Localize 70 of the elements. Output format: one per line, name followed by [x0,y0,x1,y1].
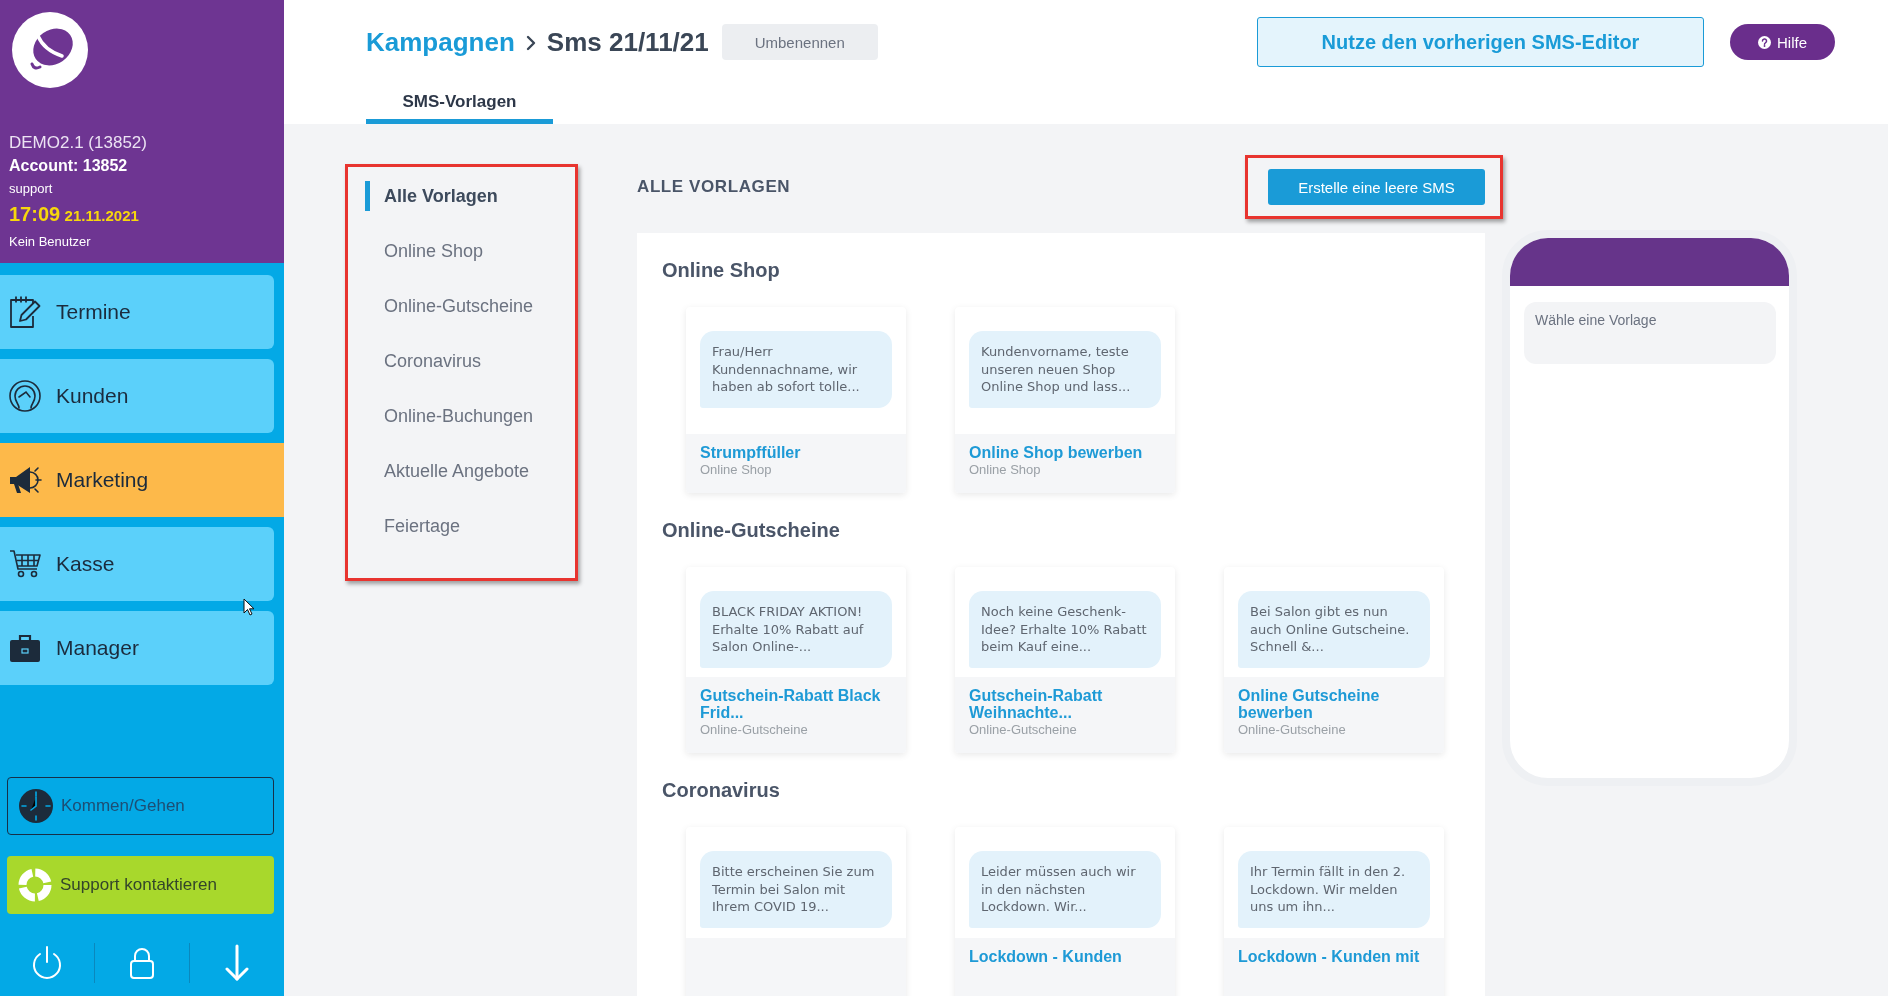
category-heading: Coronavirus [662,778,781,803]
support-button[interactable]: Support kontaktieren [7,856,274,914]
breadcrumb-link[interactable]: Kampagnen [366,26,515,58]
nav-item[interactable]: Manager [0,611,274,685]
template-title: Gutschein-Rabatt Weihnachte... [969,687,1104,721]
category-item[interactable]: Online-Gutscheine [365,291,534,321]
rename-button[interactable]: Umbenennen [721,24,878,60]
template-title: Online Gutscheine bewerben [1238,687,1381,721]
message-preview: Ihr Termin fällt in den 2. Lockdown. Wir melden uns um ihn... [1238,851,1430,928]
help-icon [1758,35,1771,49]
category-item[interactable]: Coronavirus [365,346,482,376]
template-title: Strumpffüller [700,444,802,461]
message-preview: Frau/Herr Kundennachname, wir haben ab sofort tolle... [700,331,892,408]
template-category: Online-Gutscheine [1238,721,1347,739]
nav-item[interactable]: Marketing [0,443,284,517]
template-card[interactable]: Bei Salon gibt es nun auch Online Gutscheine. Schnell &... Online Gutscheine bewerben Online-Gutscheine [1224,567,1444,753]
head-profile-icon [8,379,42,413]
category-item[interactable]: Alle Vorlagen [365,181,498,211]
company-name: DEMO2.1 (13852) [9,132,148,154]
power-icon[interactable] [31,946,63,980]
user-name: support [9,180,54,198]
chevron-icon [525,35,536,51]
nav-item[interactable]: Termine [0,275,274,349]
template-category: Online-Gutscheine [700,721,809,739]
nav-item[interactable]: Kasse [0,527,274,601]
template-title: Online Shop bewerben [969,444,1144,461]
clock-time: 17:09 [9,203,61,225]
message-preview: Noch keine Geschenk-Idee? Erhalte 10% Rabatt beim Kauf eine... [969,591,1161,668]
campaign-title: Sms 21/11/21 [546,26,709,58]
template-card[interactable]: Kundenvorname, teste unseren neuen Shop Online Shop und lass... Online Shop bewerben Online Shop [955,307,1175,493]
template-category: Online-Gutscheine [969,721,1078,739]
create-sms-button[interactable]: Erstelle eine leere SMS [1268,169,1485,205]
template-title: Gutschein-Rabatt Black Frid... [700,687,882,721]
lifebuoy-icon [18,868,52,902]
nav-item[interactable]: Kunden [0,359,274,433]
check-in-button[interactable]: Kommen/Gehen [7,777,274,835]
category-item[interactable]: Feiertage [365,511,461,541]
category-item[interactable]: Online Shop [365,236,484,266]
current-date: 21.11.2021 [64,207,139,224]
template-category: Online Shop [969,461,1042,479]
message-preview: Bitte erscheinen Sie zum Termin bei Salon mit Ihrem COVID 19... [700,851,892,928]
category-heading: Online-Gutscheine [662,518,841,543]
template-card[interactable]: Leider müssen auch wir in den nächsten Lockdown. Wir... Lockdown - Kunden [955,827,1175,996]
section-heading: ALLE VORLAGEN [637,177,791,197]
notepad-pencil-icon [8,295,42,329]
template-title: Lockdown - Kunden [969,948,1123,965]
clock-icon [19,789,53,823]
help-button[interactable]: Hilfe [1730,24,1835,60]
message-bubble: Wähle eine Vorlage [1524,302,1776,364]
template-card[interactable]: BLACK FRIDAY AKTION! Erhalte 10% Rabatt auf Salon Online-... Gutschein-Rabatt Black Frid... Online-Gutscheine [686,567,906,753]
template-title: Lockdown - Kunden mit [1238,948,1421,965]
legacy-editor-button[interactable]: Nutze den vorherigen SMS-Editor [1257,17,1704,67]
category-item[interactable]: Aktuelle Angebote [365,456,530,486]
mouse-pointer-icon [243,598,255,616]
lock-icon[interactable] [129,947,155,979]
account-number: Account: 13852 [9,156,129,176]
message-preview: Bei Salon gibt es nun auch Online Gutscheine. Schnell &... [1238,591,1430,668]
template-card[interactable]: Noch keine Geschenk-Idee? Erhalte 10% Rabatt beim Kauf eine... Gutschein-Rabatt Weihnachte... Online-Gutscheine [955,567,1175,753]
category-heading: Online Shop [662,258,781,283]
message-preview: Kundenvorname, teste unseren neuen Shop Online Shop und lass... [969,331,1161,408]
template-category: Online Shop [700,461,773,479]
template-card[interactable]: Ihr Termin fällt in den 2. Lockdown. Wir melden uns um ihn... Lockdown - Kunden mit [1224,827,1444,996]
template-card[interactable]: Bitte erscheinen Sie zum Termin bei Salon mit Ihrem COVID 19... [686,827,906,996]
template-card[interactable]: Frau/Herr Kundennachname, wir haben ab sofort tolle... Strumpffüller Online Shop [686,307,906,493]
message-preview: Leider müssen auch wir in den nächsten Lockdown. Wir... [969,851,1161,928]
tab[interactable]: SMS-Vorlagen [366,84,553,124]
user-status: Kein Benutzer [9,233,92,251]
message-preview: BLACK FRIDAY AKTION! Erhalte 10% Rabatt auf Salon Online-... [700,591,892,668]
category-item[interactable]: Online-Buchungen [365,401,534,431]
down-arrow-icon[interactable] [225,944,249,982]
